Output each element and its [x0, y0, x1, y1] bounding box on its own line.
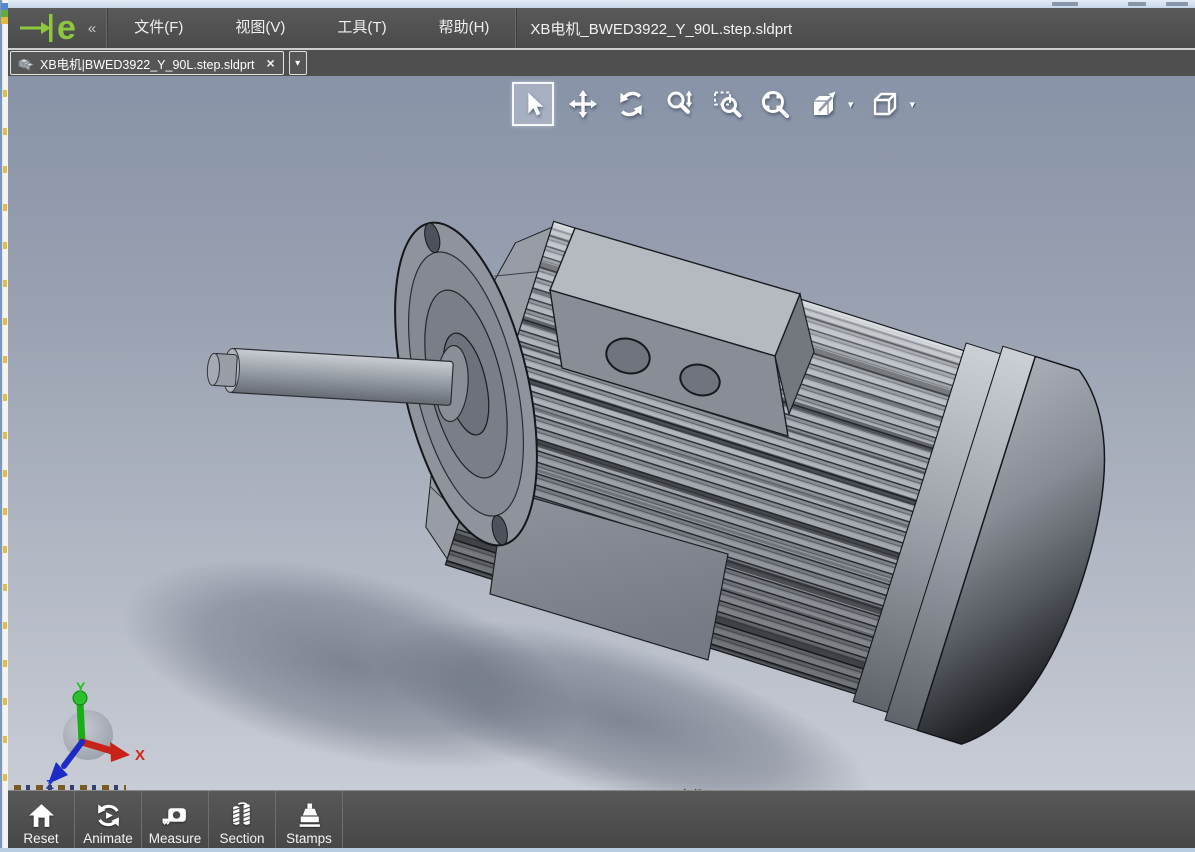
- measure-icon: [162, 802, 189, 829]
- document-tab[interactable]: XB电机|BWED3922_Y_90L.step.sldprt ×: [10, 51, 284, 75]
- edrawings-logo-letter: e: [57, 13, 76, 43]
- rotate-arrows-icon: [616, 89, 646, 119]
- background-window-strip-left: [0, 0, 8, 852]
- animate-icon: [95, 802, 122, 829]
- view-orientation-icon: [808, 89, 838, 119]
- pan-tool-button[interactable]: [564, 84, 602, 124]
- collapse-panel-chevron[interactable]: «: [88, 20, 96, 37]
- display-mode-dropdown-icon[interactable]: ▾: [910, 98, 916, 111]
- background-window-strip-top: [0, 0, 1195, 8]
- section-button[interactable]: Section: [209, 791, 276, 849]
- view-orientation-dropdown-icon[interactable]: ▾: [848, 98, 854, 111]
- animate-button-label: Animate: [83, 831, 133, 846]
- menu-item-view[interactable]: 视图(V): [221, 9, 299, 47]
- edrawings-logo-icon: e: [18, 10, 76, 46]
- section-icon: [229, 802, 256, 829]
- reset-button[interactable]: Reset: [8, 791, 75, 849]
- measure-button-label: Measure: [149, 831, 202, 846]
- background-fragment: [1128, 2, 1146, 6]
- background-fragment: [1052, 2, 1078, 6]
- chevron-down-icon: ▾: [295, 58, 300, 69]
- section-button-label: Section: [219, 831, 264, 846]
- tab-list-dropdown[interactable]: ▾: [289, 51, 307, 75]
- zoom-tool-button[interactable]: [660, 84, 698, 124]
- zoom-area-tool-button[interactable]: [708, 84, 746, 124]
- zoom-area-icon: [712, 89, 742, 119]
- tab-bar: XB电机|BWED3922_Y_90L.step.sldprt × ▾: [8, 50, 1195, 76]
- main-menu: 文件(F) 视图(V) 工具(T) 帮助(H): [108, 8, 515, 48]
- menu-item-help[interactable]: 帮助(H): [425, 9, 504, 47]
- stamps-button-label: Stamps: [286, 831, 332, 846]
- edrawings-window: e « 文件(F) 视图(V) 工具(T) 帮助(H) XB电机_BWED392…: [0, 0, 1195, 852]
- rotate-tool-button[interactable]: [612, 84, 650, 124]
- animate-button[interactable]: Animate: [75, 791, 142, 849]
- stamps-button[interactable]: Stamps: [276, 791, 343, 849]
- background-window-strip-bottom: [0, 848, 1195, 852]
- triad-y-label: Y: [76, 679, 86, 695]
- zoom-fit-tool-button[interactable]: [756, 84, 794, 124]
- reset-button-label: Reset: [23, 831, 58, 846]
- tab-close-icon[interactable]: ×: [266, 55, 274, 71]
- view-toolbar: ▾ ▾: [512, 82, 927, 126]
- background-tree-dashes: [3, 60, 7, 790]
- viewport-3d[interactable]: Y X Z: [8, 76, 1195, 790]
- measure-button[interactable]: Measure: [142, 791, 209, 849]
- select-tool-button[interactable]: [512, 82, 554, 126]
- pan-arrows-icon: [568, 89, 598, 119]
- menu-bar: e « 文件(F) 视图(V) 工具(T) 帮助(H) XB电机_BWED392…: [8, 8, 1195, 50]
- home-icon: [28, 802, 55, 829]
- zoom-in-out-icon: [664, 89, 694, 119]
- background-fragment: [1166, 2, 1188, 6]
- triad-x-label: X: [135, 747, 145, 764]
- display-cube-icon: [870, 89, 900, 119]
- part-document-icon: [17, 56, 34, 71]
- background-mini-icon: [1, 3, 8, 25]
- menu-item-tools[interactable]: 工具(T): [323, 9, 400, 47]
- menu-separator: [515, 8, 517, 48]
- motor-model[interactable]: Y X Z: [8, 76, 1195, 790]
- window-title: XB电机_BWED3922_Y_90L.step.sldprt: [530, 18, 792, 39]
- menu-item-file[interactable]: 文件(F): [120, 9, 197, 47]
- document-tab-label: XB电机|BWED3922_Y_90L.step.sldprt: [40, 54, 254, 73]
- cursor-arrow-icon: [519, 90, 547, 118]
- bottom-toolbar: Reset Animate Measure: [8, 790, 1195, 849]
- view-orientation-button[interactable]: [804, 84, 842, 124]
- stamps-icon: [296, 802, 323, 829]
- display-mode-button[interactable]: [866, 84, 904, 124]
- zoom-fit-icon: [760, 89, 790, 119]
